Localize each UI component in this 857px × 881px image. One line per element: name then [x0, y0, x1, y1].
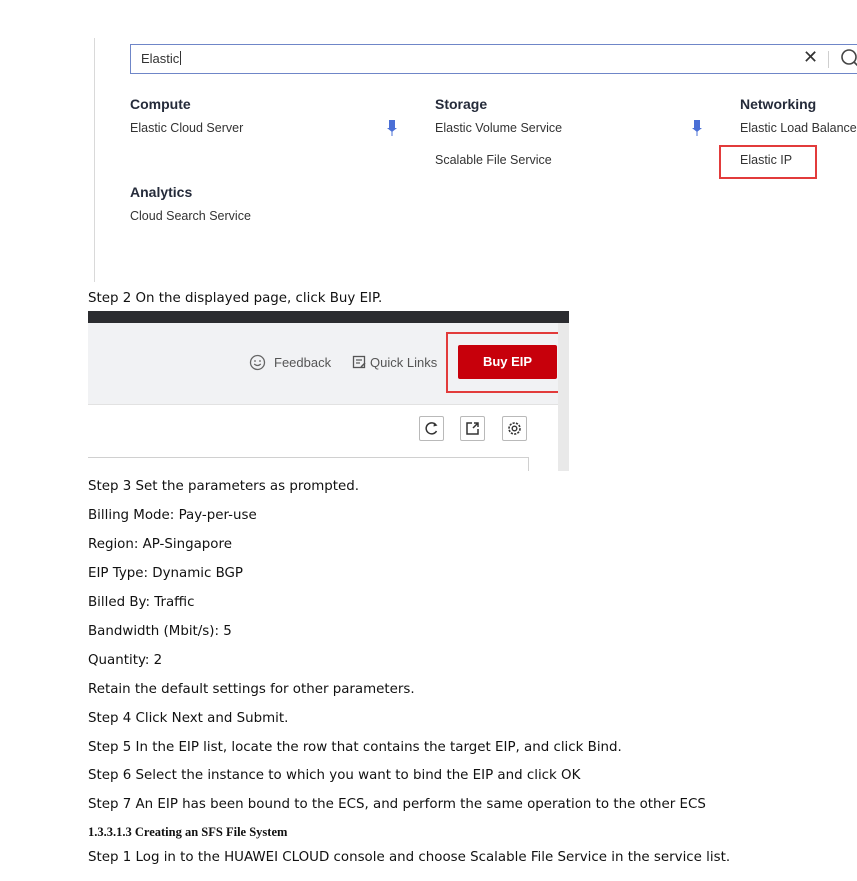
refresh-button[interactable]: [419, 416, 444, 441]
export-icon: [466, 422, 479, 435]
feedback-link[interactable]: Feedback: [274, 355, 331, 370]
scrollbar[interactable]: [558, 323, 569, 471]
category-analytics: Analytics: [130, 184, 193, 200]
settings-icon: [508, 422, 521, 435]
category-compute: Compute: [130, 96, 191, 112]
service-search-box[interactable]: Elastic ✕: [130, 44, 857, 74]
close-icon[interactable]: ✕: [803, 47, 818, 68]
doc-line: Bandwidth (Mbit/s): 5: [88, 624, 232, 639]
divider-line: [94, 38, 95, 282]
quick-links-link[interactable]: Quick Links: [370, 355, 437, 370]
console-top-bar: [88, 311, 569, 323]
doc-line: Billing Mode: Pay-per-use: [88, 508, 257, 523]
elastic-ip-highlight-box: [719, 145, 817, 179]
doc-line: Retain the default settings for other pa…: [88, 682, 415, 697]
service-scalable-file-service[interactable]: Scalable File Service: [435, 153, 552, 167]
doc-line: Step 6 Select the instance to which you …: [88, 768, 581, 783]
service-search-screenshot: Elastic ✕ Compute Elastic Cloud Server S…: [0, 0, 857, 285]
category-networking: Networking: [740, 96, 817, 112]
refresh-icon: [425, 422, 438, 435]
export-button[interactable]: [460, 416, 485, 441]
doc-line: EIP Type: Dynamic BGP: [88, 566, 243, 581]
smile-icon: [249, 354, 266, 371]
doc-line: Region: AP-Singapore: [88, 537, 232, 552]
doc-line: Step 4 Click Next and Submit.: [88, 711, 289, 726]
step-2-text: Step 2 On the displayed page, click Buy …: [88, 291, 383, 306]
separator: [828, 51, 829, 68]
category-storage: Storage: [435, 96, 488, 112]
doc-line: Billed By: Traffic: [88, 595, 195, 610]
pin-icon[interactable]: [692, 120, 702, 136]
doc-line: Step 7 An EIP has been bound to the ECS,…: [88, 797, 706, 812]
service-elastic-cloud-server[interactable]: Elastic Cloud Server: [130, 121, 243, 135]
service-elastic-volume-service[interactable]: Elastic Volume Service: [435, 121, 562, 135]
doc-line: Quantity: 2: [88, 653, 163, 668]
settings-button[interactable]: [502, 416, 527, 441]
pin-icon[interactable]: [387, 120, 397, 136]
search-input[interactable]: Elastic: [141, 51, 182, 66]
doc-line: Step 1 Log in to the HUAWEI CLOUD consol…: [88, 850, 731, 865]
doc-line: Step 3 Set the parameters as prompted.: [88, 479, 360, 494]
table-search-input[interactable]: [88, 457, 529, 471]
section-heading: 1.3.3.1.3 Creating an SFS File System: [88, 825, 288, 839]
doc-line: Step 5 In the EIP list, locate the row t…: [88, 740, 622, 755]
search-icon[interactable]: [839, 47, 857, 69]
service-cloud-search-service[interactable]: Cloud Search Service: [130, 209, 251, 223]
quick-links-icon: [352, 355, 366, 369]
buy-eip-screenshot: Feedback Quick Links Buy EIP: [88, 311, 569, 471]
service-elastic-load-balance[interactable]: Elastic Load Balance: [740, 121, 857, 135]
buy-eip-highlight-box: [446, 332, 563, 393]
